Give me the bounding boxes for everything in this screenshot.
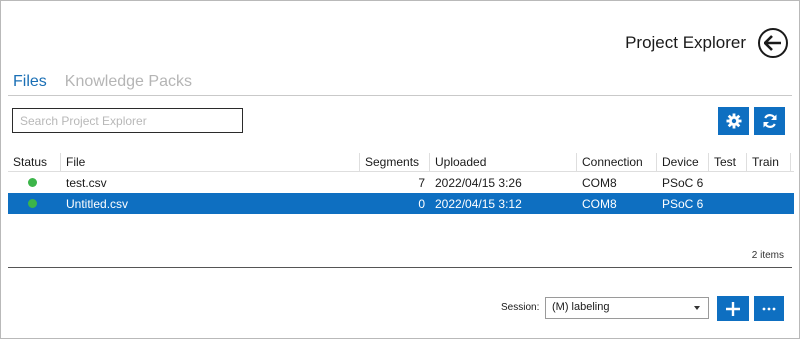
refresh-icon [763,114,776,128]
add-session-button[interactable] [717,296,749,321]
segments-cell: 7 [418,175,425,190]
file-cell: test.csv [66,175,107,190]
column-header-segments[interactable]: Segments [360,153,430,171]
file-cell: Untitled.csv [66,196,129,211]
table-header: Status File Segments Uploaded Connection… [8,153,794,172]
gear-icon [726,113,741,129]
connection-cell: COM8 [582,175,617,190]
tab-knowledge-packs[interactable]: Knowledge Packs [65,73,192,91]
settings-button[interactable] [718,107,749,135]
plus-icon [726,301,740,316]
column-header-file[interactable]: File [61,153,360,171]
column-header-train[interactable]: Train [747,153,791,171]
uploaded-cell: 2022/04/15 3:12 [435,196,522,211]
back-button[interactable] [758,28,788,58]
status-cell [8,197,61,211]
arrow-left-icon [764,35,781,51]
session-label: Session: [501,302,540,313]
items-count: 2 items [751,250,784,261]
column-header-device[interactable]: Device [657,153,709,171]
status-cell [8,176,61,190]
table-row-selected[interactable]: Untitled.csv 0 2022/04/15 3:12 COM8 PSoC… [8,193,794,214]
segments-cell: 0 [418,196,425,211]
bottom-divider [8,267,792,268]
connection-cell: COM8 [582,196,617,211]
session-value: (M) labeling [552,301,610,313]
uploaded-cell: 2022/04/15 3:26 [435,175,522,190]
ellipsis-icon [762,307,776,310]
page-title: Project Explorer [625,33,746,52]
refresh-button[interactable] [754,107,785,135]
more-options-button[interactable] [754,296,784,321]
files-table: Status File Segments Uploaded Connection… [8,153,794,214]
chevron-down-icon [694,306,700,310]
search-input[interactable] [12,108,243,133]
tab-divider [8,95,792,96]
tab-files[interactable]: Files [13,73,47,91]
status-dot-icon [28,177,37,187]
column-header-test[interactable]: Test [709,153,747,171]
tab-bar: Files Knowledge Packs [13,73,192,91]
column-header-status[interactable]: Status [8,153,61,171]
column-header-uploaded[interactable]: Uploaded [430,153,577,171]
device-cell: PSoC 6 [662,196,704,211]
session-dropdown[interactable]: (M) labeling [545,297,709,319]
device-cell: PSoC 6 [662,175,704,190]
status-dot-icon [28,198,37,208]
column-header-connection[interactable]: Connection [577,153,657,171]
table-row[interactable]: test.csv 7 2022/04/15 3:26 COM8 PSoC 6 [8,172,794,193]
